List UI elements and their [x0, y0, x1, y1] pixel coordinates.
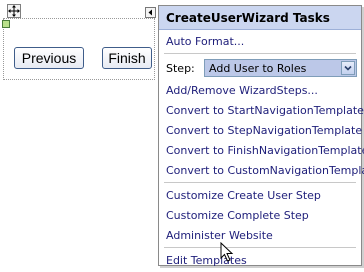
add-remove-wizardsteps-link[interactable]: Add/Remove WizardSteps...	[159, 80, 361, 100]
divider	[164, 182, 356, 183]
administer-website-link[interactable]: Administer Website	[159, 225, 361, 245]
step-label: Step:	[166, 61, 195, 75]
smart-tag-panel: CreateUserWizard Tasks Auto Format... St…	[158, 5, 364, 267]
previous-button[interactable]: Previous	[14, 47, 84, 69]
divider	[164, 53, 356, 54]
move-handle-icon[interactable]	[7, 4, 21, 18]
panel-title: CreateUserWizard Tasks	[159, 6, 361, 30]
auto-format-link[interactable]: Auto Format...	[159, 31, 361, 51]
convert-start-navigation-link[interactable]: Convert to StartNavigationTemplate	[159, 100, 364, 120]
step-row: Step: Add User to Roles	[159, 56, 361, 80]
smart-tag-collapse-icon[interactable]	[145, 7, 156, 18]
chevron-down-icon[interactable]	[341, 61, 355, 75]
convert-finish-navigation-link[interactable]: Convert to FinishNavigationTemplate	[159, 140, 364, 160]
convert-custom-navigation-link[interactable]: Convert to CustomNavigationTemplate	[159, 160, 364, 180]
step-select[interactable]: Add User to Roles	[204, 59, 357, 77]
control-glyph-icon	[2, 20, 10, 28]
step-select-value: Add User to Roles	[209, 61, 307, 75]
mouse-pointer-icon	[220, 242, 234, 262]
divider	[164, 247, 356, 248]
customize-create-user-step-link[interactable]: Customize Create User Step	[159, 185, 361, 205]
finish-button[interactable]: Finish	[102, 47, 152, 69]
edit-templates-link[interactable]: Edit Templates	[159, 250, 361, 270]
customize-complete-step-link[interactable]: Customize Complete Step	[159, 205, 361, 225]
convert-step-navigation-link[interactable]: Convert to StepNavigationTemplate	[159, 120, 362, 140]
